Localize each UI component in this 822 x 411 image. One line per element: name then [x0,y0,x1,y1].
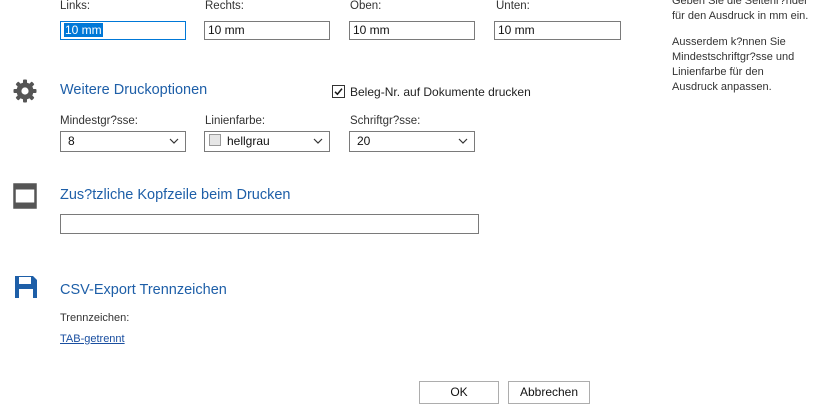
help-text-line-1: Geben Sie die Seitenr?nder [672,0,808,7]
print-doc-number-label[interactable]: Beleg-Nr. auf Dokumente drucken [350,85,531,99]
separator-link[interactable]: TAB-getrennt [60,333,125,345]
save-disk-icon [14,275,38,299]
help-text-line-6: Ausdruck anpassen. [672,81,772,93]
min-size-value: 8 [68,134,75,148]
help-text-line-5: Linienfarbe für den [672,66,764,78]
gear-icon [12,78,38,104]
csv-heading: CSV-Export Trennzeichen [60,282,227,298]
help-text-line-4: Mindestschriftgr?sse und [672,51,795,63]
margin-top-input[interactable]: 10 mm [349,21,475,40]
font-size-value: 20 [357,134,371,148]
margin-bottom-input[interactable]: 10 mm [494,21,621,40]
cancel-button[interactable]: Abbrechen [508,381,590,404]
margin-left-label: Links: [60,0,91,12]
margin-right-label: Rechts: [205,0,244,12]
line-color-select[interactable]: hellgrau [204,131,330,152]
header-line-heading: Zus?tzliche Kopfzeile beim Drucken [60,187,291,203]
print-options-heading: Weitere Druckoptionen [60,82,208,98]
line-color-value: hellgrau [227,134,270,148]
separator-label: Trennzeichen: [60,312,130,324]
line-color-label: Linienfarbe: [205,115,266,127]
help-text-line-3: Ausserdem k?nnen Sie [672,36,786,48]
ok-button[interactable]: OK [419,381,499,404]
checkmark-icon [334,88,343,96]
font-size-select[interactable]: 20 [349,131,475,152]
color-swatch [209,134,221,146]
min-size-label: Mindestgr?sse: [60,115,138,127]
margin-left-input[interactable]: 10 mm [60,21,186,40]
margin-bottom-label: Unten: [496,0,530,12]
header-line-input[interactable] [60,214,479,234]
chevron-down-icon [458,138,468,144]
margin-top-label: Oben: [350,0,382,12]
min-size-select[interactable]: 8 [60,131,186,152]
header-page-icon [13,183,37,209]
chevron-down-icon [313,138,323,144]
margin-right-input[interactable]: 10 mm [204,21,330,40]
print-doc-number-checkbox[interactable] [332,85,345,98]
font-size-label: Schriftgr?sse: [350,115,421,127]
chevron-down-icon [169,138,179,144]
help-text-line-2: für den Ausdruck in mm ein. [672,10,809,22]
